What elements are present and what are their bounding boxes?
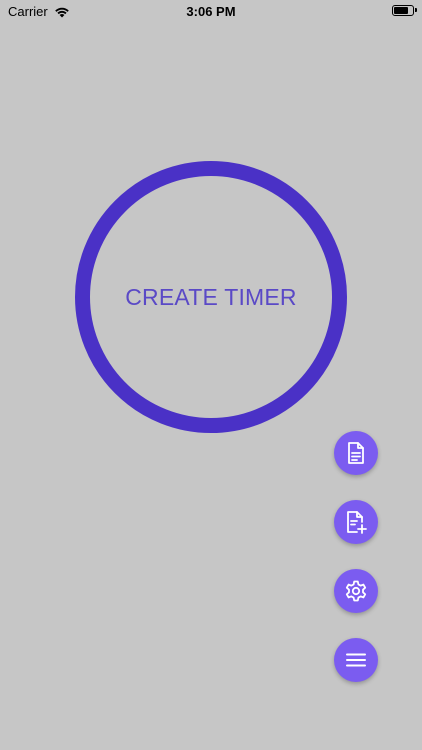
status-bar: Carrier 3:06 PM: [0, 0, 422, 24]
document-icon: [348, 442, 364, 464]
menu-button[interactable]: [334, 638, 378, 682]
document-add-icon: [347, 511, 367, 534]
status-time: 3:06 PM: [186, 4, 236, 19]
documents-button[interactable]: [334, 431, 378, 475]
battery-level: [394, 7, 408, 14]
create-timer-label: CREATE TIMER: [125, 283, 297, 310]
add-document-button[interactable]: [334, 500, 378, 544]
menu-icon: [346, 653, 366, 667]
battery-icon: [392, 5, 417, 16]
settings-button[interactable]: [334, 569, 378, 613]
create-timer-button[interactable]: CREATE TIMER: [75, 161, 347, 433]
gear-icon: [345, 580, 367, 602]
